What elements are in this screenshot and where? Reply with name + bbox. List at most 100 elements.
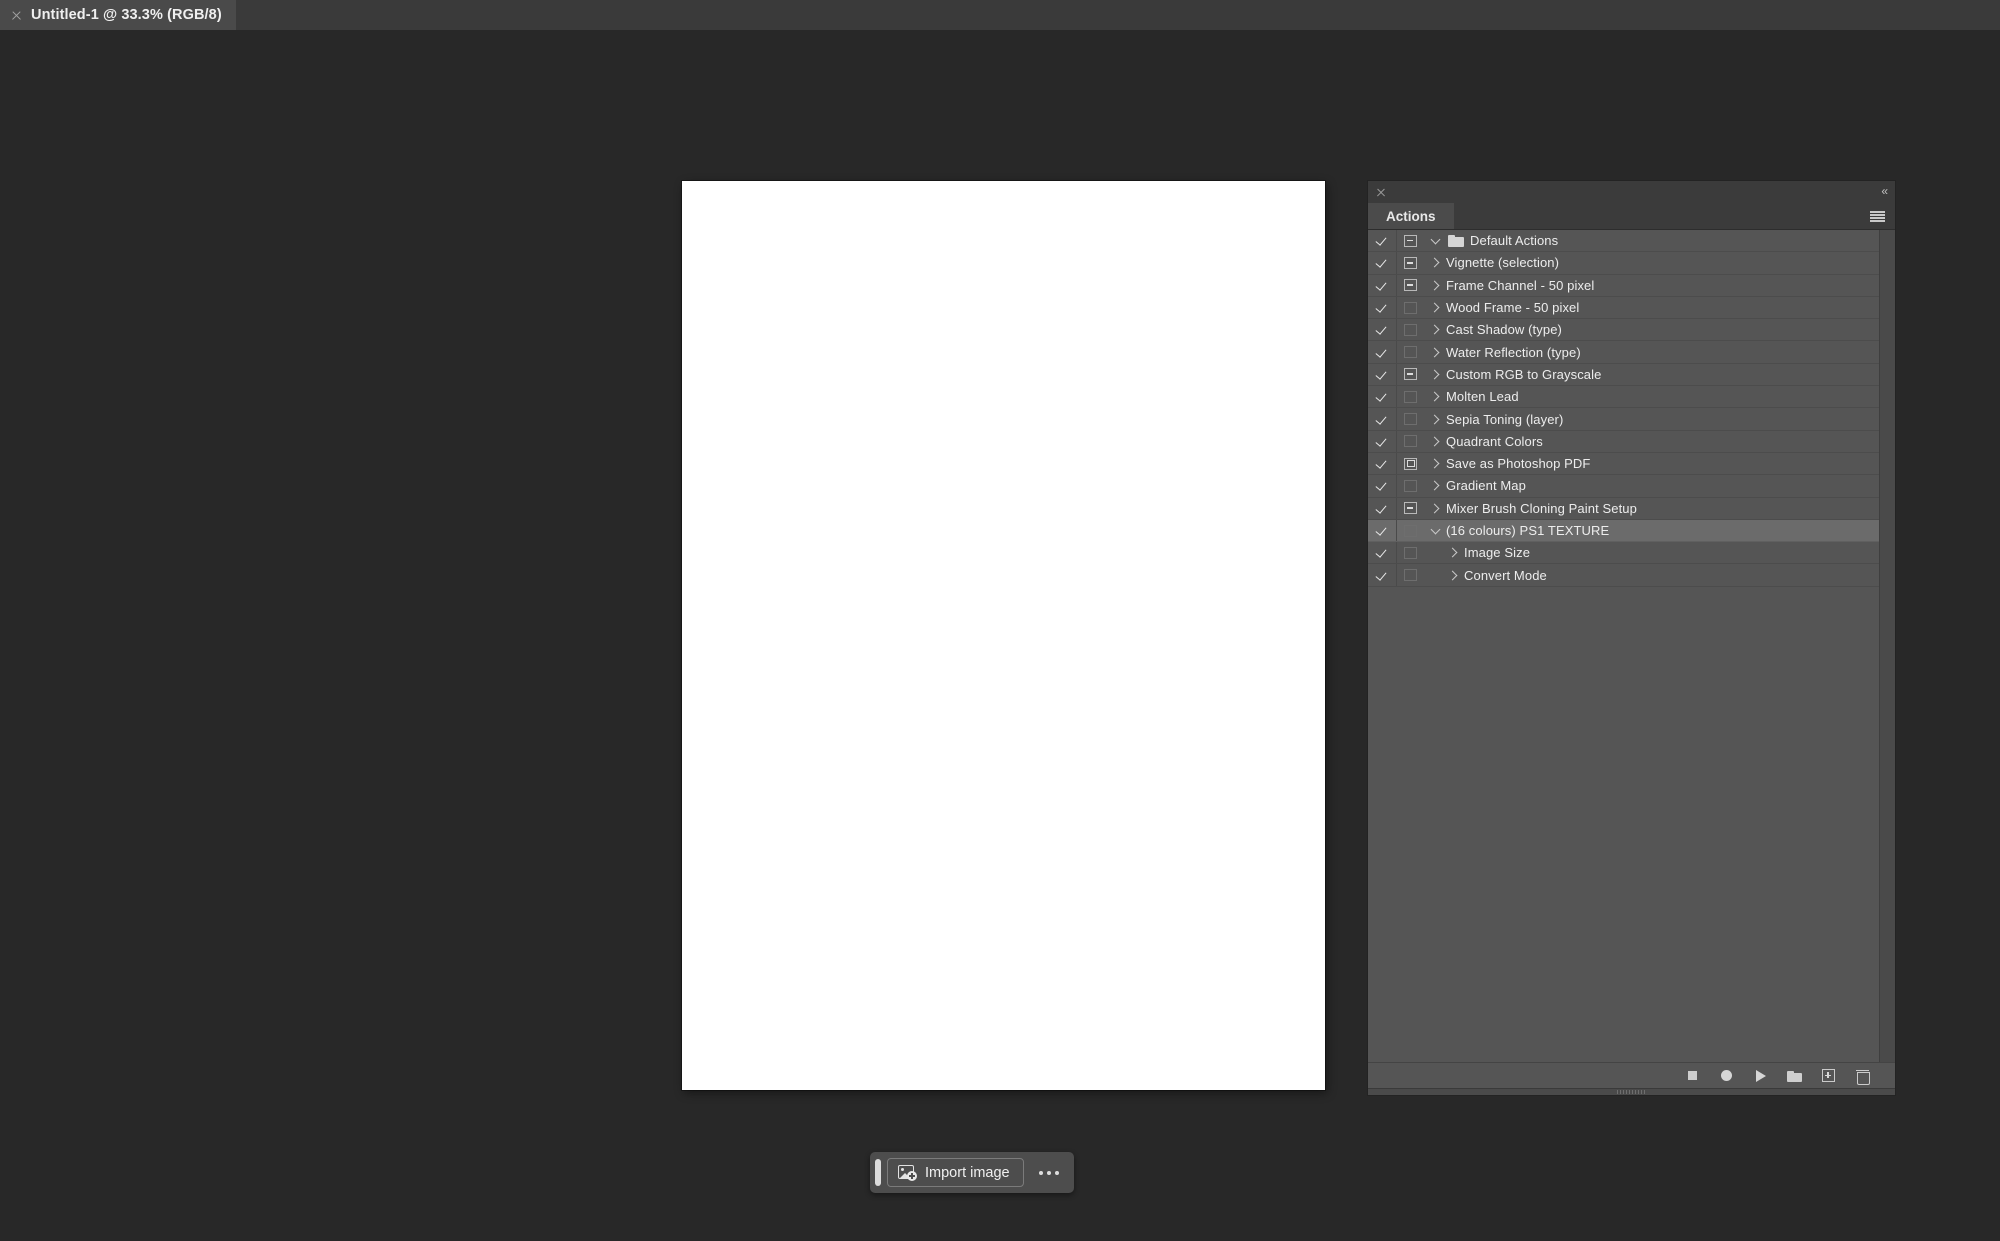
action-row-label: (16 colours) PS1 TEXTURE — [1446, 523, 1879, 538]
modal-dialog-toggle[interactable] — [1396, 453, 1424, 474]
actions-panel-footer — [1368, 1062, 1895, 1088]
tab-actions[interactable]: Actions — [1368, 203, 1454, 229]
action-enabled-checkbox[interactable] — [1368, 408, 1396, 429]
modal-dialog-toggle[interactable] — [1396, 475, 1424, 496]
action-row[interactable]: Quadrant Colors — [1368, 431, 1879, 453]
new-action-button[interactable] — [1820, 1067, 1837, 1084]
dialog-toggle-icon — [1404, 346, 1417, 358]
folder-icon — [1448, 235, 1464, 247]
modal-dialog-toggle[interactable] — [1396, 498, 1424, 519]
import-toolbar: Import image — [870, 1152, 1074, 1193]
action-enabled-checkbox[interactable] — [1368, 230, 1396, 251]
expand-toggle[interactable] — [1424, 341, 1446, 362]
action-enabled-checkbox[interactable] — [1368, 297, 1396, 318]
expand-toggle[interactable] — [1424, 498, 1446, 519]
action-row[interactable]: Wood Frame - 50 pixel — [1368, 297, 1879, 319]
modal-dialog-toggle[interactable] — [1396, 364, 1424, 385]
play-button[interactable] — [1752, 1067, 1769, 1084]
expand-toggle[interactable] — [1424, 475, 1446, 496]
modal-dialog-toggle[interactable] — [1396, 520, 1424, 541]
action-enabled-checkbox[interactable] — [1368, 319, 1396, 340]
check-icon — [1377, 480, 1388, 491]
action-row[interactable]: Vignette (selection) — [1368, 252, 1879, 274]
overflow-menu-button[interactable] — [1030, 1158, 1068, 1187]
action-row[interactable]: (16 colours) PS1 TEXTURE — [1368, 520, 1879, 542]
modal-dialog-toggle[interactable] — [1396, 319, 1424, 340]
close-icon[interactable] — [11, 10, 22, 21]
record-button[interactable] — [1718, 1067, 1735, 1084]
modal-dialog-toggle[interactable] — [1396, 431, 1424, 452]
expand-toggle[interactable] — [1424, 230, 1446, 251]
action-enabled-checkbox[interactable] — [1368, 431, 1396, 452]
expand-toggle[interactable] — [1424, 297, 1446, 318]
ellipsis-dot — [1055, 1171, 1059, 1175]
action-enabled-checkbox[interactable] — [1368, 364, 1396, 385]
action-row[interactable]: Frame Channel - 50 pixel — [1368, 275, 1879, 297]
panel-tabbar: Actions — [1368, 203, 1895, 230]
action-row[interactable]: Default Actions — [1368, 230, 1879, 252]
action-enabled-checkbox[interactable] — [1368, 564, 1396, 585]
expand-toggle[interactable] — [1442, 542, 1464, 563]
expand-toggle[interactable] — [1424, 364, 1446, 385]
action-row[interactable]: Save as Photoshop PDF — [1368, 453, 1879, 475]
chevron-right-icon — [1447, 548, 1457, 558]
action-row-label: Water Reflection (type) — [1446, 345, 1879, 360]
check-icon — [1377, 280, 1388, 291]
action-row-label: Frame Channel - 50 pixel — [1446, 278, 1879, 293]
action-row[interactable]: Custom RGB to Grayscale — [1368, 364, 1879, 386]
modal-dialog-toggle[interactable] — [1396, 297, 1424, 318]
modal-dialog-toggle[interactable] — [1396, 275, 1424, 296]
document-tab-untitled-1[interactable]: Untitled-1 @ 33.3% (RGB/8) — [0, 0, 236, 30]
chevron-right-icon — [1429, 325, 1439, 335]
expand-toggle[interactable] — [1424, 386, 1446, 407]
action-row[interactable]: Molten Lead — [1368, 386, 1879, 408]
dialog-toggle-icon — [1404, 525, 1417, 537]
modal-dialog-toggle[interactable] — [1396, 564, 1424, 585]
drag-handle[interactable] — [875, 1159, 881, 1186]
action-enabled-checkbox[interactable] — [1368, 520, 1396, 541]
stop-button[interactable] — [1684, 1067, 1701, 1084]
action-enabled-checkbox[interactable] — [1368, 453, 1396, 474]
grip-dots-icon — [1617, 1090, 1647, 1094]
action-enabled-checkbox[interactable] — [1368, 252, 1396, 273]
expand-toggle[interactable] — [1424, 453, 1446, 474]
action-enabled-checkbox[interactable] — [1368, 341, 1396, 362]
panel-resize-grip[interactable] — [1368, 1088, 1895, 1095]
action-enabled-checkbox[interactable] — [1368, 498, 1396, 519]
panel-collapse-icon[interactable]: « — [1881, 184, 1887, 198]
expand-toggle[interactable] — [1424, 319, 1446, 340]
action-enabled-checkbox[interactable] — [1368, 475, 1396, 496]
expand-toggle[interactable] — [1424, 431, 1446, 452]
action-enabled-checkbox[interactable] — [1368, 542, 1396, 563]
expand-toggle[interactable] — [1424, 408, 1446, 429]
action-row[interactable]: Mixer Brush Cloning Paint Setup — [1368, 498, 1879, 520]
new-set-button[interactable] — [1786, 1067, 1803, 1084]
delete-button[interactable] — [1854, 1067, 1871, 1084]
modal-dialog-toggle[interactable] — [1396, 252, 1424, 273]
modal-dialog-toggle[interactable] — [1396, 386, 1424, 407]
import-image-button[interactable]: Import image — [887, 1158, 1024, 1187]
action-row[interactable]: Water Reflection (type) — [1368, 341, 1879, 363]
canvas-document[interactable] — [682, 181, 1325, 1090]
dialog-toggle-icon — [1404, 302, 1417, 314]
action-enabled-checkbox[interactable] — [1368, 275, 1396, 296]
modal-dialog-toggle[interactable] — [1396, 408, 1424, 429]
expand-toggle[interactable] — [1424, 252, 1446, 273]
expand-toggle[interactable] — [1424, 275, 1446, 296]
action-row[interactable]: Convert Mode — [1368, 564, 1879, 586]
image-plus-icon — [898, 1164, 917, 1181]
modal-dialog-toggle[interactable] — [1396, 341, 1424, 362]
expand-toggle[interactable] — [1424, 520, 1446, 541]
action-row[interactable]: Sepia Toning (layer) — [1368, 408, 1879, 430]
dialog-toggle-icon — [1404, 547, 1417, 559]
action-row[interactable]: Cast Shadow (type) — [1368, 319, 1879, 341]
panel-close-icon[interactable] — [1376, 187, 1386, 197]
action-row[interactable]: Gradient Map — [1368, 475, 1879, 497]
modal-dialog-toggle[interactable] — [1396, 542, 1424, 563]
action-enabled-checkbox[interactable] — [1368, 386, 1396, 407]
vertical-scrollbar[interactable] — [1879, 230, 1895, 1062]
expand-toggle[interactable] — [1442, 564, 1464, 585]
hamburger-menu-icon[interactable] — [1870, 211, 1885, 222]
action-row[interactable]: Image Size — [1368, 542, 1879, 564]
modal-dialog-toggle[interactable] — [1396, 230, 1424, 251]
